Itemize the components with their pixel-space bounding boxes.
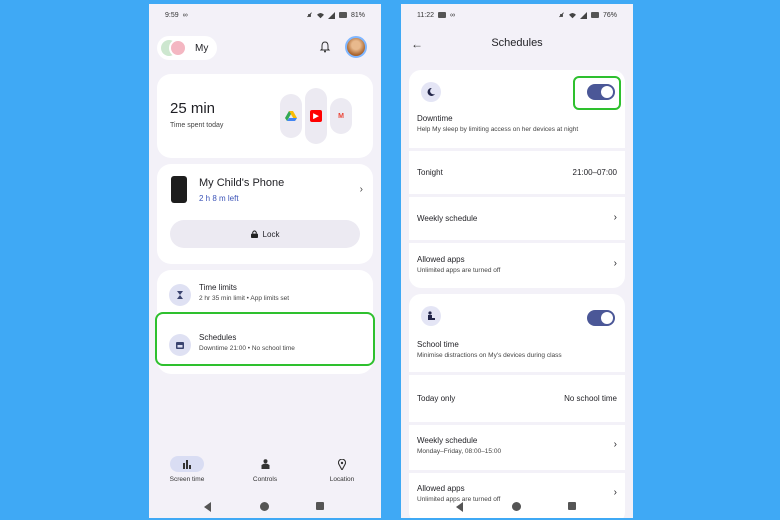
status-time: 9:59 bbox=[165, 11, 179, 19]
bar-chart-icon bbox=[170, 456, 204, 472]
recents-square-icon[interactable] bbox=[568, 502, 576, 510]
list-item-time-limits[interactable]: Time limits 2 hr 35 min limit • App limi… bbox=[157, 276, 373, 316]
downtime-toggle-highlight-box bbox=[573, 76, 621, 110]
time-limits-title: Time limits bbox=[199, 283, 237, 292]
recents-square-icon[interactable] bbox=[316, 502, 324, 510]
battery-percent: 76% bbox=[602, 11, 617, 19]
wifi-icon bbox=[316, 12, 324, 18]
downtime-tonight-row[interactable]: Tonight 21:00–07:00 bbox=[409, 148, 625, 194]
app-pill-gmail: M bbox=[330, 98, 352, 134]
school-allowed-label: Allowed apps bbox=[417, 484, 465, 493]
chevron-right-icon: › bbox=[613, 212, 617, 223]
system-navigation-bar bbox=[149, 496, 381, 518]
schedules-highlight-box bbox=[155, 312, 375, 366]
status-infinity-icon: ∞ bbox=[182, 11, 188, 19]
downtime-description: Help My sleep by limiting access on her … bbox=[417, 126, 579, 133]
school-time-card: School time Minimise distractions on My'… bbox=[409, 294, 625, 518]
allowed-apps-label: Allowed apps bbox=[417, 255, 465, 264]
app-pill-drive bbox=[280, 94, 302, 138]
phone-screen-schedules: 11:22 ∞ 76% ← Schedules Downtime Help My… bbox=[401, 4, 633, 518]
today-only-value: No school time bbox=[564, 394, 617, 403]
battery-icon bbox=[590, 12, 599, 18]
status-infinity-icon: ∞ bbox=[450, 11, 455, 19]
school-weekly-label: Weekly schedule bbox=[417, 436, 478, 445]
nav-location[interactable]: Location bbox=[310, 456, 374, 483]
downtime-allowed-apps-row[interactable]: Allowed apps Unlimited apps are turned o… bbox=[409, 240, 625, 288]
moon-icon bbox=[421, 82, 441, 102]
today-only-label: Today only bbox=[417, 394, 456, 403]
child-avatars bbox=[161, 39, 187, 57]
account-avatar[interactable] bbox=[345, 36, 367, 58]
mute-icon bbox=[307, 11, 312, 17]
google-drive-icon bbox=[285, 110, 297, 122]
lock-button-label: Lock bbox=[262, 229, 280, 239]
school-desk-icon bbox=[421, 306, 441, 326]
battery-percent: 81% bbox=[350, 11, 365, 19]
time-limits-sub: 2 hr 35 min limit • App limits set bbox=[199, 295, 290, 302]
nav-screen-time-label: Screen time bbox=[169, 476, 205, 483]
system-navigation-bar bbox=[401, 496, 633, 518]
top-bar: My bbox=[157, 34, 369, 62]
person-icon bbox=[248, 456, 282, 472]
status-bar: 9:59 ∞ 81% bbox=[149, 4, 381, 26]
nav-controls[interactable]: Controls bbox=[233, 456, 297, 483]
device-name[interactable]: My Child's Phone bbox=[199, 177, 284, 189]
device-time-left: 2 h 8 m left bbox=[199, 194, 239, 203]
school-today-row[interactable]: Today only No school time bbox=[409, 372, 625, 422]
bottom-navigation: Screen time Controls Location bbox=[149, 452, 381, 494]
school-time-title: School time bbox=[417, 340, 459, 349]
phone-screen-family-link-home: 9:59 ∞ 81% My 25 min Time spent today ▶ … bbox=[149, 4, 381, 518]
app-notification-icon bbox=[438, 12, 446, 18]
signal-icon bbox=[327, 11, 335, 19]
allowed-apps-sub: Unlimited apps are turned off bbox=[417, 267, 501, 274]
home-circle-icon[interactable] bbox=[260, 502, 269, 511]
hourglass-icon bbox=[169, 284, 191, 306]
school-time-toggle[interactable] bbox=[587, 310, 615, 326]
bell-icon[interactable] bbox=[319, 41, 331, 53]
downtime-weekly-schedule-row[interactable]: Weekly schedule › bbox=[409, 194, 625, 240]
signal-icon bbox=[579, 11, 587, 19]
back-triangle-icon[interactable] bbox=[204, 502, 211, 512]
device-phone-icon bbox=[171, 176, 187, 203]
app-pill-youtube: ▶ bbox=[305, 88, 327, 144]
school-time-description: Minimise distractions on My's devices du… bbox=[417, 352, 562, 359]
screen-time-card[interactable]: 25 min Time spent today ▶ M bbox=[157, 74, 373, 158]
nav-location-label: Location bbox=[329, 476, 355, 483]
chevron-right-icon: › bbox=[613, 258, 617, 269]
back-triangle-icon[interactable] bbox=[456, 502, 463, 512]
page-title: Schedules bbox=[491, 37, 543, 49]
home-circle-icon[interactable] bbox=[512, 502, 521, 511]
screen-time-caption: Time spent today bbox=[170, 122, 224, 129]
nav-screen-time[interactable]: Screen time bbox=[155, 456, 219, 483]
school-weekly-schedule-row[interactable]: Weekly schedule Monday–Friday, 08:00–15:… bbox=[409, 422, 625, 470]
device-card: My Child's Phone 2 h 8 m left › Lock bbox=[157, 164, 373, 264]
lock-button[interactable]: Lock bbox=[170, 220, 360, 248]
location-pin-icon bbox=[325, 456, 359, 472]
wifi-icon bbox=[568, 12, 576, 18]
lock-icon bbox=[250, 230, 258, 238]
chevron-right-icon: › bbox=[613, 439, 617, 450]
mute-icon bbox=[559, 11, 564, 17]
school-weekly-sub: Monday–Friday, 08:00–15:00 bbox=[417, 448, 502, 455]
youtube-icon: ▶ bbox=[310, 110, 322, 122]
tonight-value: 21:00–07:00 bbox=[572, 168, 618, 177]
tonight-label: Tonight bbox=[417, 168, 443, 177]
screen-time-value: 25 min bbox=[170, 100, 216, 117]
battery-icon bbox=[338, 12, 347, 18]
nav-controls-label: Controls bbox=[252, 476, 278, 483]
profile-name: My bbox=[195, 42, 209, 54]
status-time: 11:22 bbox=[417, 11, 434, 19]
child-avatar-2 bbox=[169, 39, 187, 57]
profile-switcher-chip[interactable]: My bbox=[157, 36, 217, 60]
gmail-icon: M bbox=[338, 112, 344, 120]
weekly-schedule-label: Weekly schedule bbox=[417, 214, 478, 223]
status-bar: 11:22 ∞ 76% bbox=[401, 4, 633, 26]
chevron-right-icon[interactable]: › bbox=[360, 184, 363, 195]
downtime-title: Downtime bbox=[417, 114, 453, 123]
